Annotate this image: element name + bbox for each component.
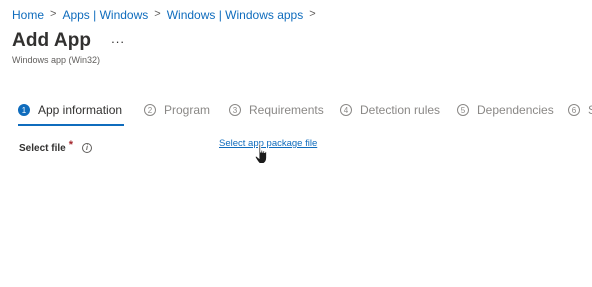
step-label: Requirements	[249, 103, 324, 117]
required-asterisk: *	[68, 139, 73, 151]
step-number-badge: 6	[568, 104, 580, 116]
step-number-badge: 2	[144, 104, 156, 116]
step-label: Dependencies	[477, 103, 554, 117]
active-step-indicator	[18, 124, 124, 126]
step-supersedence[interactable]: 6 S	[568, 103, 592, 117]
step-number-badge: 4	[340, 104, 352, 116]
step-label: App information	[38, 103, 123, 117]
breadcrumb-apps-windows[interactable]: Apps | Windows	[62, 8, 148, 22]
title-row: Add App ...	[12, 30, 125, 52]
step-label: Detection rules	[360, 103, 441, 117]
step-requirements[interactable]: 3 Requirements	[229, 103, 324, 117]
page-title: Add App	[12, 30, 92, 51]
chevron-right-icon: >	[309, 8, 316, 20]
select-file-field-label: Select file * i	[19, 139, 92, 154]
step-app-information[interactable]: 1 App information	[18, 103, 122, 117]
more-options-button[interactable]: ...	[111, 31, 125, 46]
step-label: Program	[164, 103, 211, 117]
step-dependencies[interactable]: 5 Dependencies	[457, 103, 554, 117]
step-number-badge: 3	[229, 104, 241, 116]
step-label: S	[588, 103, 592, 117]
step-program[interactable]: 2 Program	[144, 103, 210, 117]
page-subtitle: Windows app (Win32)	[12, 55, 101, 65]
step-number-badge: 1	[18, 104, 30, 116]
chevron-right-icon: >	[50, 8, 57, 20]
breadcrumb-windows-apps[interactable]: Windows | Windows apps	[167, 8, 304, 22]
select-file-label: Select file	[19, 142, 66, 154]
step-detection-rules[interactable]: 4 Detection rules	[340, 103, 440, 117]
chevron-right-icon: >	[154, 8, 161, 20]
hand-pointer-cursor-icon	[254, 143, 268, 164]
breadcrumb: Home > Apps | Windows > Windows | Window…	[12, 8, 322, 22]
breadcrumb-home[interactable]: Home	[12, 8, 44, 22]
info-icon[interactable]: i	[81, 143, 92, 153]
step-number-badge: 5	[457, 104, 469, 116]
